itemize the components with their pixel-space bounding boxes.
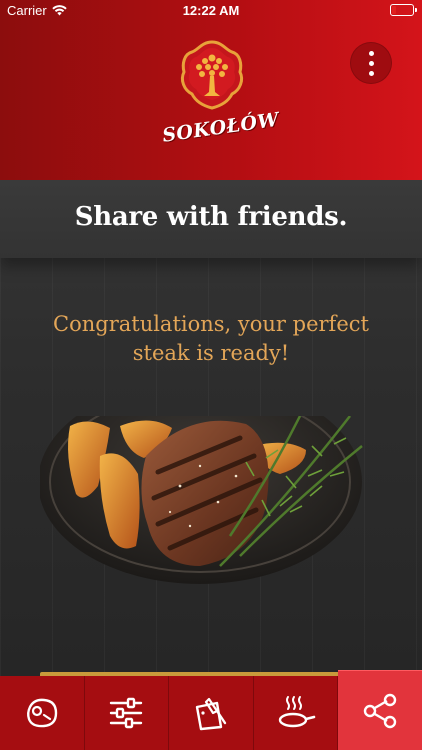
congratulations-message: Congratulations, your perfect steak is r… (53, 312, 369, 365)
tab-share[interactable] (338, 670, 422, 750)
steak-icon (26, 698, 57, 728)
share-icon (363, 693, 397, 728)
tab-settings[interactable] (85, 676, 170, 750)
more-vertical-icon (368, 50, 374, 56)
battery-icon (390, 4, 417, 16)
status-time: 12:22 AM (182, 3, 240, 18)
page-title: Share with friends. (74, 202, 348, 232)
tab-steak[interactable] (0, 676, 85, 750)
menu-dot (368, 60, 374, 66)
status-right (390, 4, 417, 16)
tab-cooking[interactable] (254, 676, 339, 750)
share-screen: Share with friends. Congratulations, you… (0, 180, 422, 676)
header: SOKOŁÓW (0, 0, 422, 180)
cutting-board-icon (195, 697, 227, 731)
status-bar: Carrier 12:22 AM (0, 0, 422, 22)
more-menu-button[interactable] (350, 42, 392, 84)
brand-logo: SOKOŁÓW (161, 36, 281, 151)
frying-pan-icon (278, 696, 315, 728)
tab-preparation[interactable] (169, 676, 254, 750)
menu-dot (368, 70, 374, 76)
battery-level (392, 6, 396, 14)
steak-plate-image (40, 416, 363, 584)
sliders-icon (110, 697, 143, 729)
tab-bar (0, 670, 422, 750)
